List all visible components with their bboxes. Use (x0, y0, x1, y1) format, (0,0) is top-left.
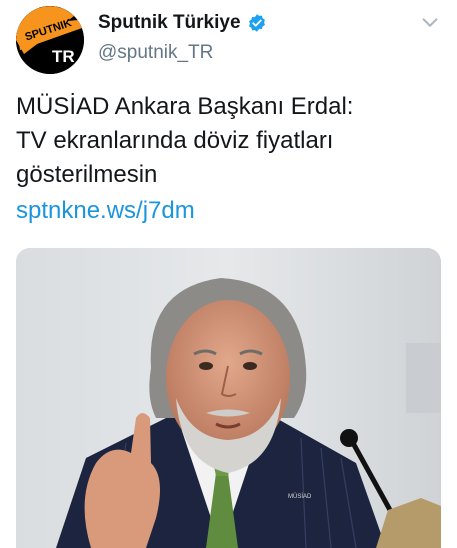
avatar[interactable]: SPUTNIK TR (16, 6, 84, 74)
photo-badge-text: MÜSİAD (288, 493, 312, 500)
photo-of-speaker: MÜSİAD (16, 248, 441, 548)
sputnik-logo: SPUTNIK TR (16, 6, 84, 74)
tweet-text-line: TV ekranlarında döviz fiyatları (16, 127, 334, 154)
display-name[interactable]: Sputnik Türkiye (98, 12, 241, 34)
tweet-media-photo[interactable]: MÜSİAD (16, 248, 441, 548)
verified-badge-icon (248, 14, 265, 32)
tweet-text-line: gösterilmesin (16, 161, 158, 188)
account-name-row[interactable]: Sputnik Türkiye (98, 12, 267, 34)
logo-text-bottom: TR (52, 47, 75, 66)
tweet-link[interactable]: sptnkne.ws/j7dm (16, 194, 195, 228)
tweet-text: MÜSİAD Ankara Başkanı Erdal: TV ekranlar… (16, 90, 446, 192)
chevron-down-icon[interactable] (419, 12, 441, 34)
account-handle[interactable]: @sputnik_TR (98, 42, 213, 64)
tweet-text-line: MÜSİAD Ankara Başkanı Erdal: (16, 93, 354, 120)
